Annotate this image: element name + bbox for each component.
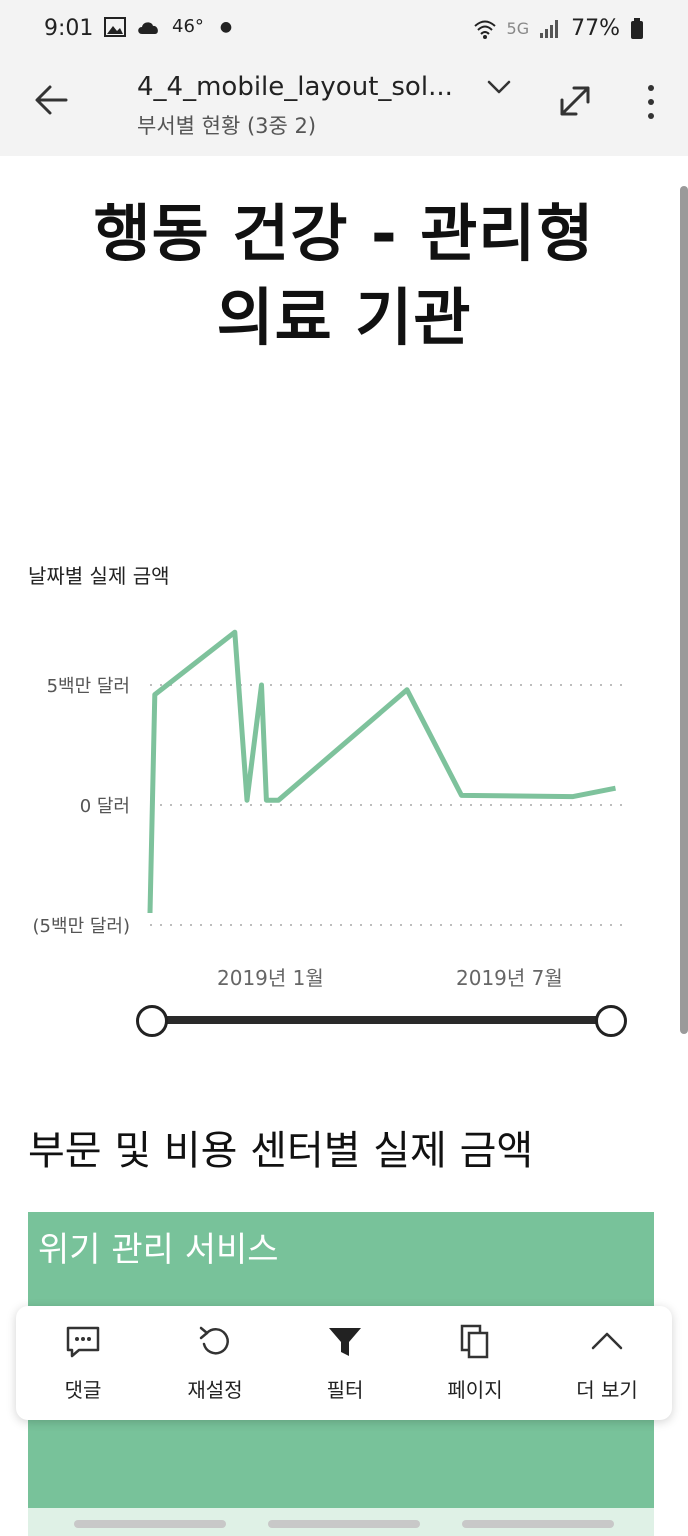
- x-tick-label: 2019년 1월: [217, 966, 324, 990]
- system-nav-bar: [0, 1514, 688, 1536]
- slider-end-handle[interactable]: [595, 1005, 627, 1037]
- chevron-down-icon[interactable]: [484, 72, 514, 102]
- status-network: 5G: [506, 19, 530, 38]
- reset-button[interactable]: 재설정: [160, 1316, 270, 1412]
- chevron-up-icon: [591, 1332, 623, 1350]
- x-tick-label: 2019년 7월: [456, 966, 563, 990]
- status-notifications: 46° ●: [104, 16, 232, 37]
- bottom-toolbar: 댓글 재설정 필터 페이지 더 보기: [16, 1306, 672, 1420]
- y-tick-label: (5백만 달러): [33, 916, 130, 937]
- nav-recent-apps[interactable]: [74, 1520, 226, 1528]
- section-title: 부문 및 비용 센터별 실제 금액: [28, 1128, 534, 1174]
- more-vertical-icon[interactable]: [636, 82, 666, 122]
- status-time: 9:01: [44, 16, 94, 41]
- chart-title: 날짜별 실제 금액: [28, 564, 170, 588]
- reset-label: 재설정: [187, 1378, 243, 1402]
- filter-label: 필터: [326, 1378, 364, 1402]
- comment-label: 댓글: [64, 1378, 102, 1402]
- status-battery-percent: 77%: [571, 16, 620, 41]
- comment-icon: [66, 1326, 100, 1358]
- comment-button[interactable]: 댓글: [28, 1316, 138, 1412]
- page-indicator: 부서별 현황 (3중 2): [137, 114, 317, 138]
- more-button[interactable]: 더 보기: [552, 1316, 662, 1412]
- nav-home[interactable]: [268, 1520, 420, 1528]
- report-file-title[interactable]: 4_4_mobile_layout_sol...: [137, 72, 453, 102]
- status-bar: 9:01 46° ● 5G 77%: [0, 0, 688, 58]
- app-bar: 4_4_mobile_layout_sol... 부서별 현황 (3중 2): [0, 58, 688, 156]
- date-range-slider-track[interactable]: [150, 1016, 610, 1024]
- signal-icon: [540, 19, 559, 38]
- cloud-icon: [138, 21, 158, 34]
- chart-series-line[interactable]: [147, 629, 616, 914]
- battery-icon: [631, 17, 643, 39]
- notification-dot-icon: ●: [219, 18, 233, 35]
- slider-start-handle[interactable]: [136, 1005, 168, 1037]
- filter-icon: [329, 1328, 361, 1356]
- status-temperature: 46°: [172, 16, 204, 37]
- status-system-icons: 5G 77%: [473, 16, 644, 41]
- wifi-icon: [473, 20, 496, 39]
- expand-icon[interactable]: [554, 80, 596, 122]
- more-label: 더 보기: [576, 1378, 638, 1402]
- report-title-line-1: 행동 건강 - 관리형: [93, 197, 595, 270]
- y-tick-label: 0 달러: [80, 796, 130, 817]
- page-label: 페이지: [447, 1378, 503, 1402]
- treemap-tile[interactable]: [28, 1420, 654, 1508]
- y-tick-label: 5백만 달러: [47, 676, 130, 697]
- line-chart[interactable]: 5백만 달러 0 달러 (5백만 달러): [0, 600, 688, 960]
- gallery-icon: [104, 16, 126, 37]
- filter-button[interactable]: 필터: [290, 1316, 400, 1412]
- treemap-tile-label: 위기 관리 서비스: [38, 1230, 279, 1270]
- reset-icon: [199, 1326, 229, 1355]
- pages-icon: [460, 1324, 489, 1359]
- nav-back[interactable]: [462, 1520, 614, 1528]
- page-button[interactable]: 페이지: [420, 1316, 530, 1412]
- report-title: 행동 건강 - 관리형 의료 기관: [0, 192, 688, 360]
- report-title-line-2: 의료 기관: [216, 281, 472, 354]
- back-arrow-icon[interactable]: [30, 78, 74, 122]
